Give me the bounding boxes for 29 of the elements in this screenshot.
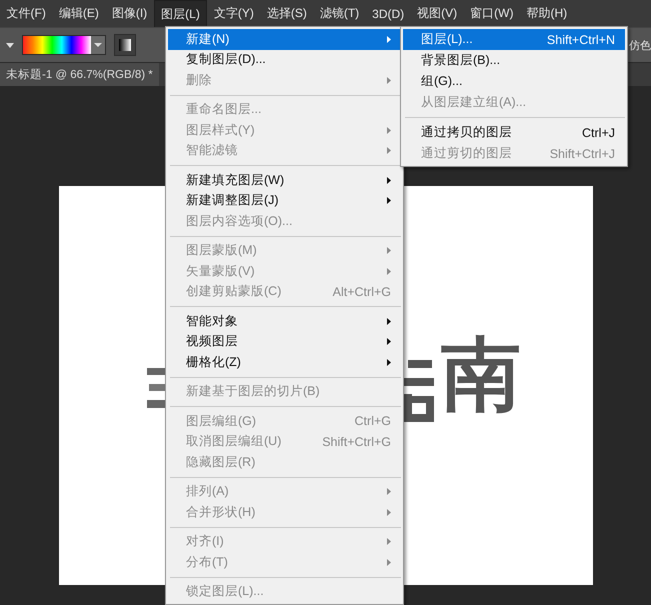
menu-bar-item[interactable]: 图层(L) xyxy=(154,0,208,27)
menu-bar-item[interactable]: 3D(D) xyxy=(366,0,411,27)
menu-bar-item[interactable]: 图像(I) xyxy=(105,0,154,27)
menu-item[interactable]: 通过拷贝的图层 Ctrl+J xyxy=(403,122,625,143)
menu-bar-item[interactable]: 编辑(E) xyxy=(52,0,106,27)
menu-item[interactable]: 新建调整图层(J) xyxy=(168,190,401,211)
menu-item[interactable]: 新建(N) xyxy=(168,29,401,50)
caret-icon[interactable] xyxy=(6,42,14,48)
menu-bar-item[interactable]: 选择(S) xyxy=(260,0,314,27)
document-tab[interactable]: 未标题-1 @ 66.7%(RGB/8) * xyxy=(0,63,159,86)
canvas-text: 南 xyxy=(441,336,521,416)
menu-bar-item[interactable]: 帮助(H) xyxy=(520,0,574,27)
menu-item[interactable]: 图层(L)... Shift+Ctrl+N xyxy=(403,29,625,50)
menu-item[interactable]: 复制图层(D)... xyxy=(168,50,401,70)
menu-bar-item[interactable]: 窗口(W) xyxy=(464,0,520,27)
menu-item[interactable]: 背景图层(B)... xyxy=(403,50,625,71)
menu-bar-item[interactable]: 文字(Y) xyxy=(207,0,260,27)
menu-item[interactable]: 智能对象 xyxy=(168,311,401,332)
menu-item[interactable]: 新建填充图层(W) xyxy=(168,170,401,190)
option-label: 仿色 xyxy=(629,38,651,52)
linear-gradient-button[interactable] xyxy=(114,34,136,56)
gradient-icon xyxy=(119,39,131,51)
menu-bar-item[interactable]: 文件(F) xyxy=(0,0,52,27)
gradient-picker[interactable] xyxy=(22,35,106,55)
menu-item[interactable]: 组(G)... xyxy=(403,71,625,92)
menu-bar-item[interactable]: 滤镜(T) xyxy=(313,0,366,27)
menu-bar-item[interactable]: 视图(V) xyxy=(410,0,464,27)
menu-item[interactable]: 视频图层 xyxy=(168,332,401,352)
menu-item[interactable]: 栅格化(Z) xyxy=(168,352,401,372)
